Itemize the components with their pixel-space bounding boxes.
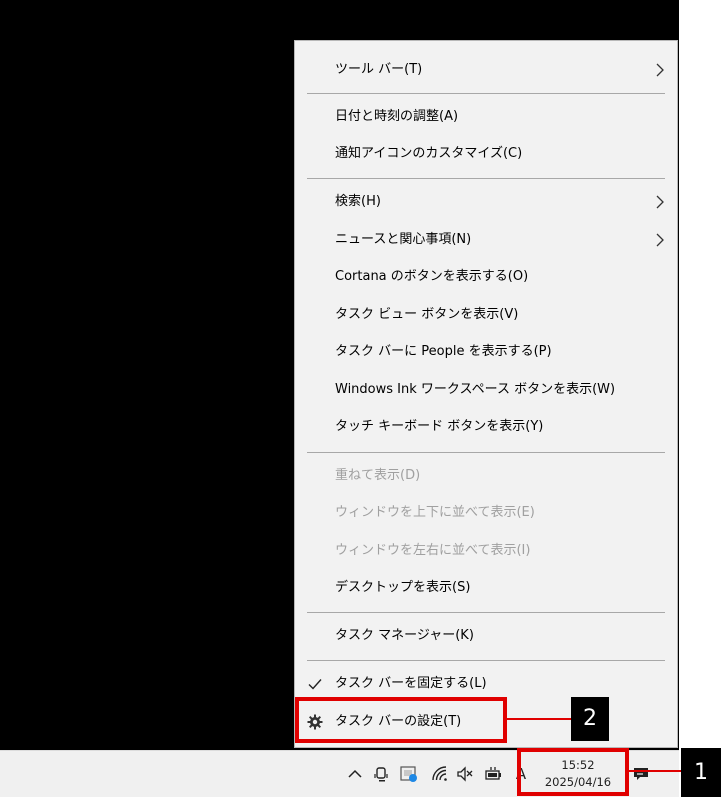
callout-badge-2: 2 xyxy=(571,697,609,741)
wifi-icon[interactable] xyxy=(431,765,449,783)
chevron-right-icon xyxy=(656,195,664,209)
menu-item-cascade-windows: 重ねて表示(D) xyxy=(335,468,421,483)
menu-item-task-manager[interactable]: タスク マネージャー(K) xyxy=(295,619,677,653)
menu-item-news-and-interests[interactable]: ニュースと関心事項(N) xyxy=(295,223,677,257)
menu-item-show-cortana-button[interactable]: Cortana のボタンを表示する(O) xyxy=(295,260,677,294)
taskbar-context-menu: ツール バー(T) 日付と時刻の調整(A) 通知アイコンのカスタマイズ(C) 検… xyxy=(294,40,678,748)
muted-speaker-icon[interactable] xyxy=(456,765,474,783)
chevron-up-icon[interactable] xyxy=(346,765,364,783)
meet-now-icon[interactable] xyxy=(373,765,391,783)
battery-icon[interactable] xyxy=(484,765,502,783)
defender-icon[interactable] xyxy=(400,765,418,783)
menu-separator xyxy=(307,452,665,453)
menu-item-show-touch-keyboard-button[interactable]: タッチ キーボード ボタンを表示(Y) xyxy=(295,410,677,444)
menu-separator xyxy=(307,178,665,179)
highlight-taskbar-clock xyxy=(517,748,629,796)
callout-connector xyxy=(507,718,571,720)
menu-item-search[interactable]: 検索(H) xyxy=(295,185,677,219)
chevron-right-icon xyxy=(656,63,664,77)
callout-badge-1: 1 xyxy=(681,748,721,797)
menu-separator xyxy=(307,660,665,661)
menu-item-show-task-view-button[interactable]: タスク ビュー ボタンを表示(V) xyxy=(295,298,677,332)
menu-item-side-by-side-windows: ウィンドウを左右に並べて表示(I) xyxy=(335,543,531,558)
menu-item-adjust-date-time[interactable]: 日付と時刻の調整(A) xyxy=(295,100,677,134)
menu-item-toolbars[interactable]: ツール バー(T) xyxy=(295,53,677,87)
menu-item-stack-windows: ウィンドウを上下に並べて表示(E) xyxy=(335,505,535,520)
menu-item-customize-notification-icons[interactable]: 通知アイコンのカスタマイズ(C) xyxy=(295,137,677,171)
chevron-right-icon xyxy=(656,233,664,247)
menu-separator xyxy=(307,612,665,613)
highlight-taskbar-settings xyxy=(295,697,507,743)
menu-item-show-desktop[interactable]: デスクトップを表示(S) xyxy=(295,571,677,605)
menu-item-lock-taskbar[interactable]: タスク バーを固定する(L) xyxy=(295,667,677,701)
menu-item-show-windows-ink-button[interactable]: Windows Ink ワークスペース ボタンを表示(W) xyxy=(295,373,677,407)
menu-item-show-people[interactable]: タスク バーに People を表示する(P) xyxy=(295,335,677,369)
page-margin xyxy=(679,0,721,797)
menu-separator xyxy=(307,93,665,94)
callout-connector xyxy=(629,770,681,772)
checkmark-icon xyxy=(308,679,322,690)
notification-icon[interactable] xyxy=(632,765,650,783)
